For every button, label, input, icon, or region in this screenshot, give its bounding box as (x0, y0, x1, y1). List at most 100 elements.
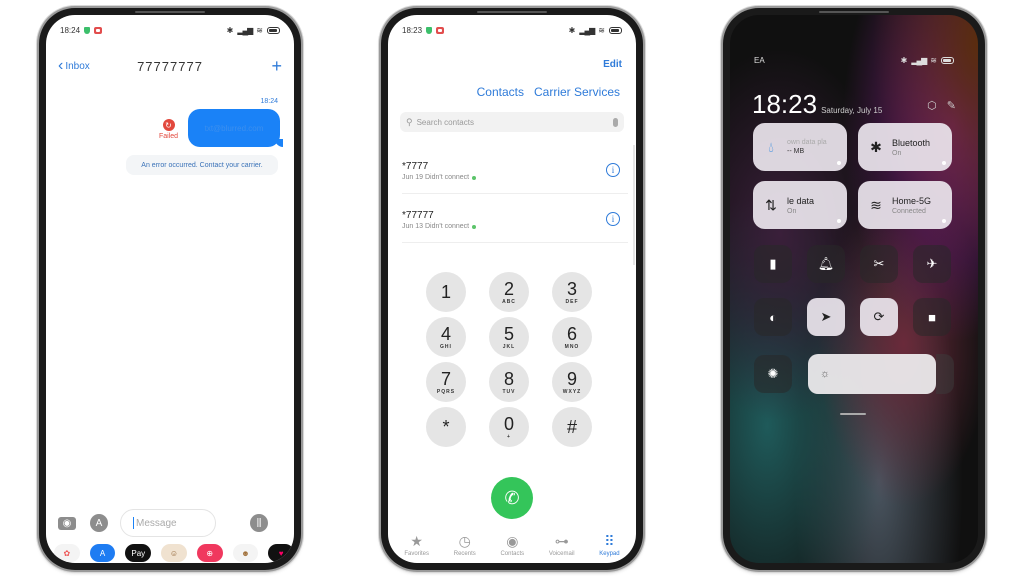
key-6[interactable]: 6 MNO (552, 317, 592, 357)
image-search-app-icon[interactable]: ⊕ (196, 544, 223, 562)
key-letters: PQRS (436, 388, 456, 395)
phone-icon: ✆ (504, 487, 520, 508)
screen-record-toggle[interactable]: ■ (913, 298, 951, 336)
message-input[interactable]: Message (120, 509, 216, 537)
auto-brightness-toggle[interactable]: ✺ (754, 355, 792, 393)
key-7[interactable]: 7 PQRS (426, 362, 466, 402)
tab-carrier-services[interactable]: Carrier Services (534, 85, 620, 99)
call-number: *77777 (402, 210, 434, 221)
scrollbar[interactable] (633, 145, 635, 265)
call-row[interactable]: *7777 Jun 19 Didn't connect i (402, 145, 628, 194)
data-arrows-icon: ⇅ (765, 196, 777, 213)
tab-contacts-bottom[interactable]: ◉ Contacts (500, 533, 524, 557)
info-icon[interactable]: i (606, 212, 620, 226)
key-9[interactable]: 9 WXYZ (552, 362, 592, 402)
memoji-app-icon[interactable]: ☺ (161, 544, 187, 562)
clock-date: Saturday, July 15 (821, 106, 883, 115)
tab-keypad[interactable]: ⠿ Keypad (599, 533, 619, 557)
edit-button[interactable]: Edit (603, 59, 622, 70)
person-icon: ◉ (506, 533, 519, 549)
digital-touch-app-icon[interactable]: ♥ (268, 544, 294, 562)
apple-pay-app-icon[interactable]: Pay (125, 544, 152, 562)
key-3[interactable]: 3 DEF (552, 272, 592, 312)
edit-icon[interactable]: ✎ (947, 99, 956, 112)
tile-title: le data (787, 195, 815, 206)
call-row[interactable]: *77777 Jun 13 Didn't connect i (402, 194, 628, 243)
clock-icon: ◷ (458, 533, 471, 549)
key-letters: ABC (502, 298, 516, 305)
settings-icon[interactable]: ⬡ (927, 99, 937, 112)
audio-message-icon[interactable]: ⫼ (250, 514, 268, 532)
dark-mode-toggle[interactable]: ◐ (754, 298, 792, 336)
dismiss-handle[interactable] (840, 413, 866, 415)
header-actions: ⬡ ✎ (927, 99, 956, 112)
key-digit: 1 (440, 281, 451, 302)
key-0[interactable]: 0 + (489, 407, 529, 447)
key-letters: JKL (502, 343, 516, 350)
microphone-icon[interactable] (613, 117, 618, 127)
key-digit: 4 (440, 323, 451, 344)
animoji-app-icon[interactable]: ☻ (232, 544, 259, 562)
apple-pay-label: Pay (131, 548, 146, 558)
conversation-header: ‹ Inbox 77777777 + (58, 55, 282, 77)
search-icon: ⚲ (406, 116, 413, 127)
bluetooth-icon: ✱ (226, 25, 234, 35)
tile-title: Home-5G (892, 195, 932, 206)
rotation-lock-toggle[interactable]: ⟳ (860, 298, 898, 336)
add-button[interactable]: + (271, 56, 282, 77)
key-star[interactable]: * (426, 407, 466, 447)
brightness-slider-track[interactable] (936, 354, 954, 394)
app-store-icon[interactable]: A (90, 514, 108, 532)
key-8[interactable]: 8 TUV (489, 362, 529, 402)
sim-dot-icon (472, 224, 477, 229)
signal-icon: ▂▄▆ (579, 25, 595, 35)
tile-sub: On (787, 207, 797, 215)
tab-recents[interactable]: ◷ Recents (454, 533, 476, 557)
tab-label: Recents (453, 551, 476, 557)
app-store-app-icon[interactable]: A (89, 544, 116, 562)
key-4[interactable]: 4 GHI (426, 317, 466, 357)
bluetooth-icon: ✱ (870, 138, 882, 155)
message-bubble[interactable]: txt@blurred.com (188, 109, 283, 147)
flashlight-toggle[interactable]: ▮ (754, 245, 792, 283)
imessage-app-drawer: ✿ A Pay ☺ ⊕ ☻ ♥ (54, 542, 294, 563)
tab-voicemail[interactable]: ⊶ Voicemail (549, 533, 575, 557)
airplane-toggle[interactable]: ✈ (913, 245, 951, 283)
tile-indicator (837, 219, 841, 223)
key-2[interactable]: 2 ABC (489, 272, 529, 312)
photos-app-icon[interactable]: ✿ (54, 544, 80, 562)
phone-dialer: 18:23 ✱ ▂▄▆ ≋ Edit Contacts Carrier Servic… (381, 8, 643, 570)
failed-indicator[interactable]: ↻ Failed (159, 119, 178, 140)
tab-contacts[interactable]: Contacts (477, 85, 524, 99)
key-1[interactable]: 1 (426, 272, 466, 312)
key-digit: 6 (566, 323, 577, 344)
tab-label: Contacts (500, 551, 525, 557)
key-letters: WXYZ (562, 388, 582, 395)
tile-wifi[interactable]: ≋ Home-5G Connected (858, 181, 952, 229)
control-center-screen: EA ✱ ▂▄▆ ≋ 18:23 Saturday, July 15 ⬡ ✎ 💧︎ own… (730, 15, 978, 563)
tile-data-usage[interactable]: 💧︎ own data pla -- MB (753, 123, 847, 171)
key-hash[interactable]: # (552, 407, 592, 447)
info-icon[interactable]: i (606, 163, 620, 177)
call-button[interactable]: ✆ (491, 477, 533, 519)
search-contacts-input[interactable]: ⚲ Search contacts (400, 112, 624, 132)
screenshot-toggle[interactable]: ✂ (860, 245, 898, 283)
location-toggle[interactable]: ➤ (807, 298, 845, 336)
wifi-icon: ≋ (870, 196, 882, 213)
tab-favorites[interactable]: ★ Favorites (404, 533, 429, 557)
key-5[interactable]: 5 JKL (489, 317, 529, 357)
key-digit: * (442, 416, 450, 437)
tile-title: Bluetooth (892, 137, 931, 148)
brightness-slider[interactable]: ☼ (808, 354, 936, 394)
tile-bluetooth[interactable]: ✱ Bluetooth On (858, 123, 952, 171)
tile-mobile-data[interactable]: ⇅ le data On (753, 181, 847, 229)
silent-toggle[interactable]: 🔔︎ (807, 245, 845, 283)
camera-icon[interactable]: ◉ (58, 516, 76, 530)
tile-indicator (942, 219, 946, 223)
key-digit: 0 (503, 413, 514, 434)
sun-icon: ☼ (820, 368, 831, 380)
location-arrow-icon: ➤ (820, 309, 832, 324)
bell-icon: 🔔︎ (817, 256, 835, 271)
battery-icon (267, 26, 280, 34)
status-bar: EA ✱ ▂▄▆ ≋ (754, 53, 954, 67)
